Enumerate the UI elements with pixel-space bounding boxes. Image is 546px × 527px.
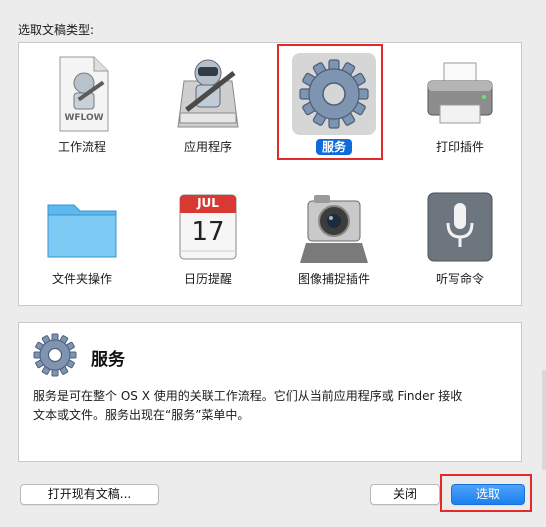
description-panel: 服务 服务是可在整个 OS X 使用的关联工作流程。它们从当前应用程序或 Fin… — [18, 322, 522, 462]
tile-label: 应用程序 — [183, 140, 232, 154]
window-edge-scrollbar[interactable] — [542, 370, 546, 470]
file-type-badge: WFLOW — [64, 113, 104, 123]
tile-label: 图像捕捉插件 — [297, 272, 370, 286]
tile-label: 日历提醒 — [183, 272, 232, 286]
calendar-day: 17 — [191, 217, 225, 247]
printer-icon — [418, 53, 502, 135]
workflow-file-icon: WFLOW — [40, 53, 124, 135]
camera-icon — [292, 185, 376, 267]
tile-print-plugin[interactable]: 打印插件 — [397, 43, 523, 173]
dialog-title: 选取文稿类型: — [18, 23, 95, 37]
document-type-grid: WFLOW 工作流程 应用程序 服务 打印插件 文件夹操作 JUL 17 日历提… — [18, 42, 522, 306]
tile-workflow[interactable]: WFLOW 工作流程 — [19, 43, 145, 173]
tile-calendar-alarm[interactable]: JUL 17 日历提醒 — [145, 175, 271, 305]
calendar-month: JUL — [197, 196, 219, 210]
description-line: 服务是可在整个 OS X 使用的关联工作流程。它们从当前应用程序或 Finder… — [33, 389, 463, 403]
automator-robot-icon — [166, 53, 250, 135]
annotation-highlight-choose — [440, 474, 532, 512]
description-title: 服务 — [91, 350, 125, 370]
close-button[interactable]: 关闭 — [370, 484, 440, 505]
tile-application[interactable]: 应用程序 — [145, 43, 271, 173]
tile-dictation-command[interactable]: 听写命令 — [397, 175, 523, 305]
tile-label: 工作流程 — [57, 140, 106, 154]
tile-label: 听写命令 — [435, 272, 484, 286]
annotation-highlight-service — [277, 44, 383, 160]
description-text: 服务是可在整个 OS X 使用的关联工作流程。它们从当前应用程序或 Finder… — [33, 387, 511, 425]
description-line: 文本或文件。服务出现在“服务”菜单中。 — [33, 408, 250, 422]
open-existing-document-button[interactable]: 打开现有文稿... — [20, 484, 159, 505]
tile-label: 文件夹操作 — [51, 272, 112, 286]
folder-icon — [40, 185, 124, 267]
tile-folder-action[interactable]: 文件夹操作 — [19, 175, 145, 305]
microphone-icon — [418, 185, 502, 267]
gear-icon — [31, 331, 79, 379]
tile-label: 打印插件 — [435, 140, 484, 154]
tile-image-capture-plugin[interactable]: 图像捕捉插件 — [271, 175, 397, 305]
calendar-icon: JUL 17 — [166, 185, 250, 267]
